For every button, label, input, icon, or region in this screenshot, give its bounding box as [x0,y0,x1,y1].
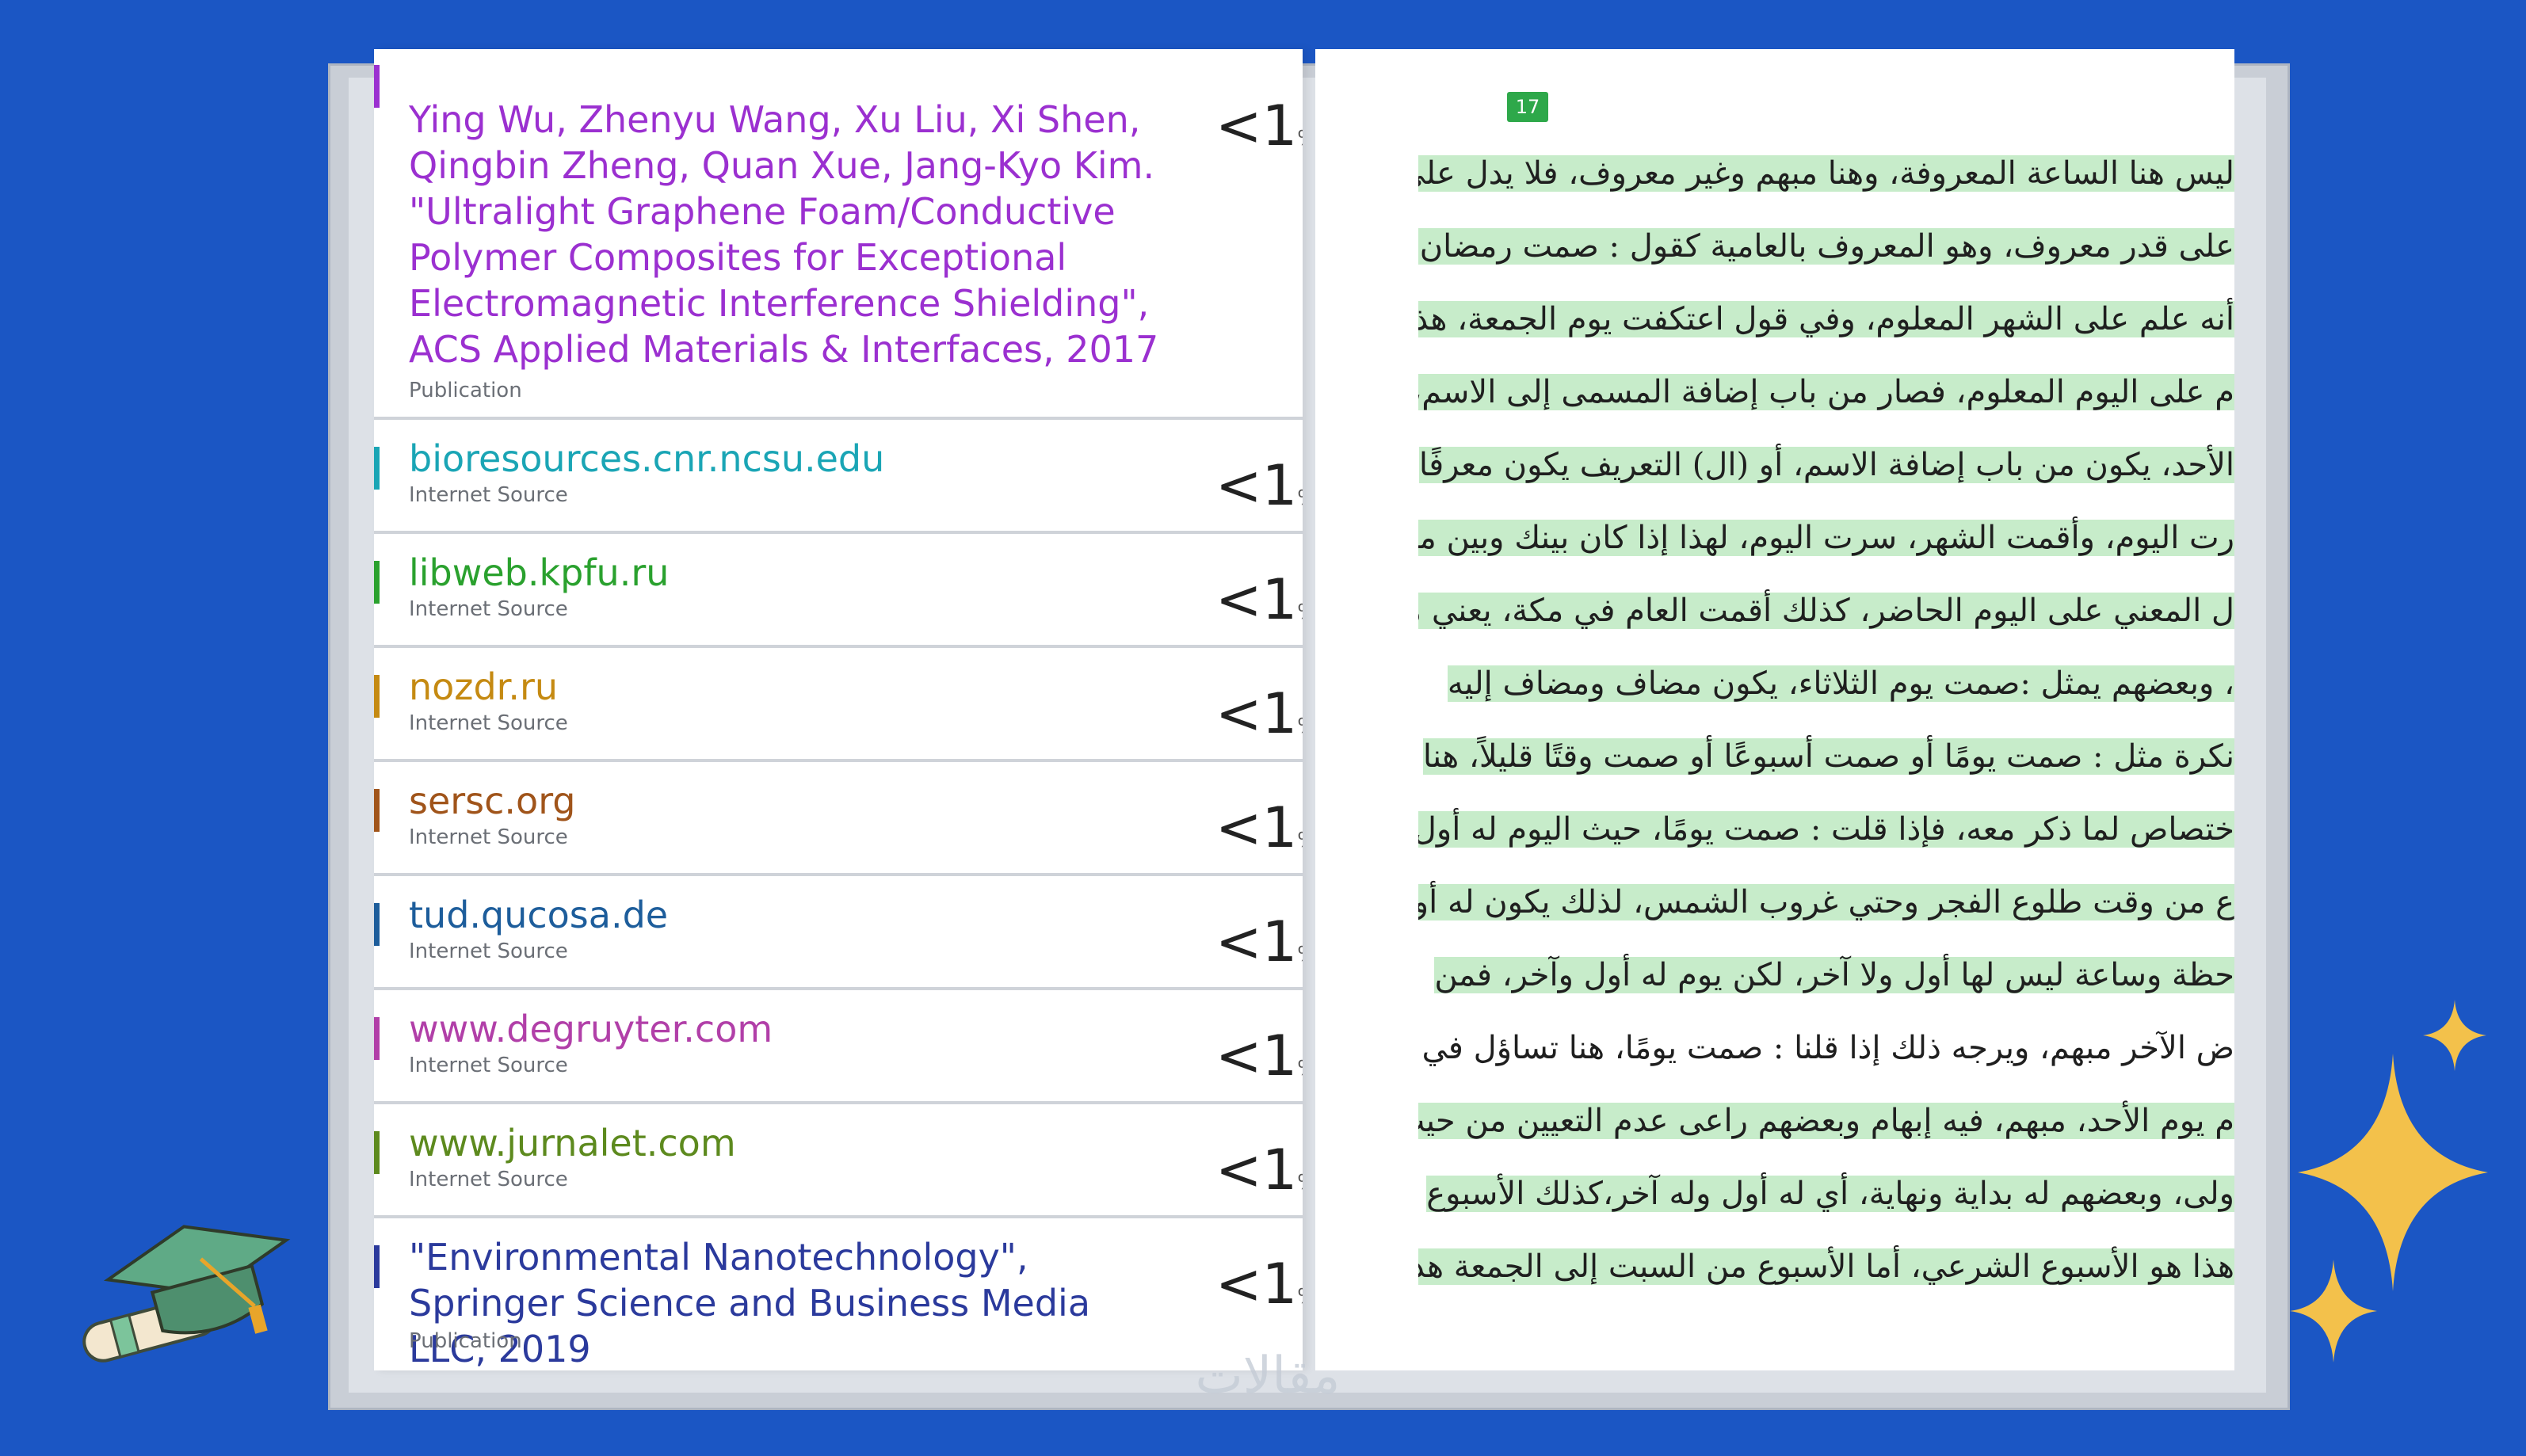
source-row-2[interactable]: bioresources.cnr.ncsu.edu Internet Sourc… [374,420,1303,534]
source-percent: <1% [1215,909,1303,974]
source-type: Internet Source [409,1054,568,1077]
source-title[interactable]: "Environmental Nanotechnology", Springer… [409,1234,1170,1370]
source-percent: <1% [1215,1023,1303,1088]
sparkle-small-icon [2423,1000,2486,1071]
document-page: 17 ليس هنا الساعة المعروفة، وهنا مبهم وغ… [1315,49,2234,1370]
text-line: أنه علم على الشهر المعلوم، وفي قول اعتكف… [1418,285,2234,353]
source-color-bar [374,903,380,946]
text-line: نكرة مثل : صمت يومًا أو صمت أسبوعًا أو ص… [1422,738,2234,775]
source-title[interactable]: nozdr.ru [409,664,1201,710]
graduation-cap-icon [82,1225,291,1363]
source-type: Publication [409,379,522,402]
source-row-6[interactable]: tud.qucosa.de Internet Source <1% [374,876,1303,990]
source-row-5[interactable]: sersc.org Internet Source <1% [374,762,1303,876]
source-percent: <1% [1215,453,1303,518]
source-title[interactable]: www.degruyter.com [409,1006,1201,1052]
source-type: Internet Source [409,825,568,849]
watermark-logo: مقالات [1195,1347,1341,1405]
text-line: رت اليوم، وأقمت الشهر، سرت اليوم، لهذا إ… [1418,504,2234,572]
source-color-bar [374,1017,380,1060]
text-line: ولى، وبعضهم له بداية ونهاية، أي له أول و… [1426,1176,2234,1212]
source-percent: <1% [1215,93,1303,158]
source-row-8[interactable]: www.jurnalet.com Internet Source <1% [374,1104,1303,1218]
source-type: Publication [409,1329,522,1353]
source-percent: <1% [1215,795,1303,860]
page-number-badge: 17 [1507,92,1548,122]
text-line: الأحد، يكون من باب إضافة الاسم، أو (ال) … [1418,447,2234,483]
source-title[interactable]: bioresources.cnr.ncsu.edu [409,436,1201,482]
source-percent: <1% [1215,1252,1303,1317]
source-color-bar [374,675,380,718]
text-line: حظة وساعة ليس لها أول ولا آخر، لكن يوم ل… [1434,957,2234,993]
text-line: ليس هنا الساعة المعروفة، وهنا مبهم وغير … [1418,139,2234,208]
source-type: Internet Source [409,1168,568,1191]
source-color-bar [374,1131,380,1174]
text-line: هذا هو الأسبوع الشرعي، أما الأسبوع من ال… [1418,1233,2234,1301]
source-type: Internet Source [409,483,568,507]
source-title[interactable]: sersc.org [409,778,1201,824]
source-color-bar [374,789,380,832]
text-line: ل المعني على اليوم الحاضر، كذلك أقمت الع… [1418,577,2234,645]
source-color-bar [374,65,380,108]
source-color-bar [374,1245,380,1288]
source-row-4[interactable]: nozdr.ru Internet Source <1% [374,648,1303,762]
source-title[interactable]: tud.qucosa.de [409,892,1201,938]
source-row-1[interactable]: Ying Wu, Zhenyu Wang, Xu Liu, Xi Shen, Q… [374,49,1303,420]
source-color-bar [374,561,380,604]
source-type: Internet Source [409,711,568,735]
text-line: ، وبعضهم يمثل :صمت يوم الثلاثاء، يكون مض… [1447,665,2234,702]
source-percent: <1% [1215,681,1303,746]
source-row-3[interactable]: libweb.kpfu.ru Internet Source <1% [374,534,1303,648]
sparkle-icon [2298,1054,2488,1291]
source-type: Internet Source [409,940,568,963]
text-line: على قدر معروف، وهو المعروف بالعامية كقول… [1418,212,2234,280]
source-percent: <1% [1215,1138,1303,1203]
sources-page: Ying Wu, Zhenyu Wang, Xu Liu, Xi Shen, Q… [374,49,1303,1370]
text-line: م على اليوم المعلوم، فصار من باب إضافة ا… [1418,358,2234,426]
source-title[interactable]: Ying Wu, Zhenyu Wang, Xu Liu, Xi Shen, Q… [409,97,1170,372]
source-title[interactable]: www.jurnalet.com [409,1120,1201,1166]
source-percent: <1% [1215,567,1303,632]
sparkle-medium-icon [2290,1260,2377,1363]
text-line: ختصاص لما ذكر معه، فإذا قلت : صمت يومًا،… [1418,795,2234,863]
text-line: ع من وقت طلوع الفجر وحتي غروب الشمس، لذل… [1418,868,2234,936]
source-row-7[interactable]: www.degruyter.com Internet Source <1% [374,990,1303,1104]
source-title[interactable]: libweb.kpfu.ru [409,550,1201,596]
text-line: م يوم الأحد، مبهم، فيه إبهام وبعضهم راعى… [1418,1087,2234,1155]
source-color-bar [374,447,380,490]
source-type: Internet Source [409,597,568,621]
text-line: ض الآخر مبهم، ويرجه ذلك إذا قلنا : صمت ي… [1421,1030,2234,1066]
